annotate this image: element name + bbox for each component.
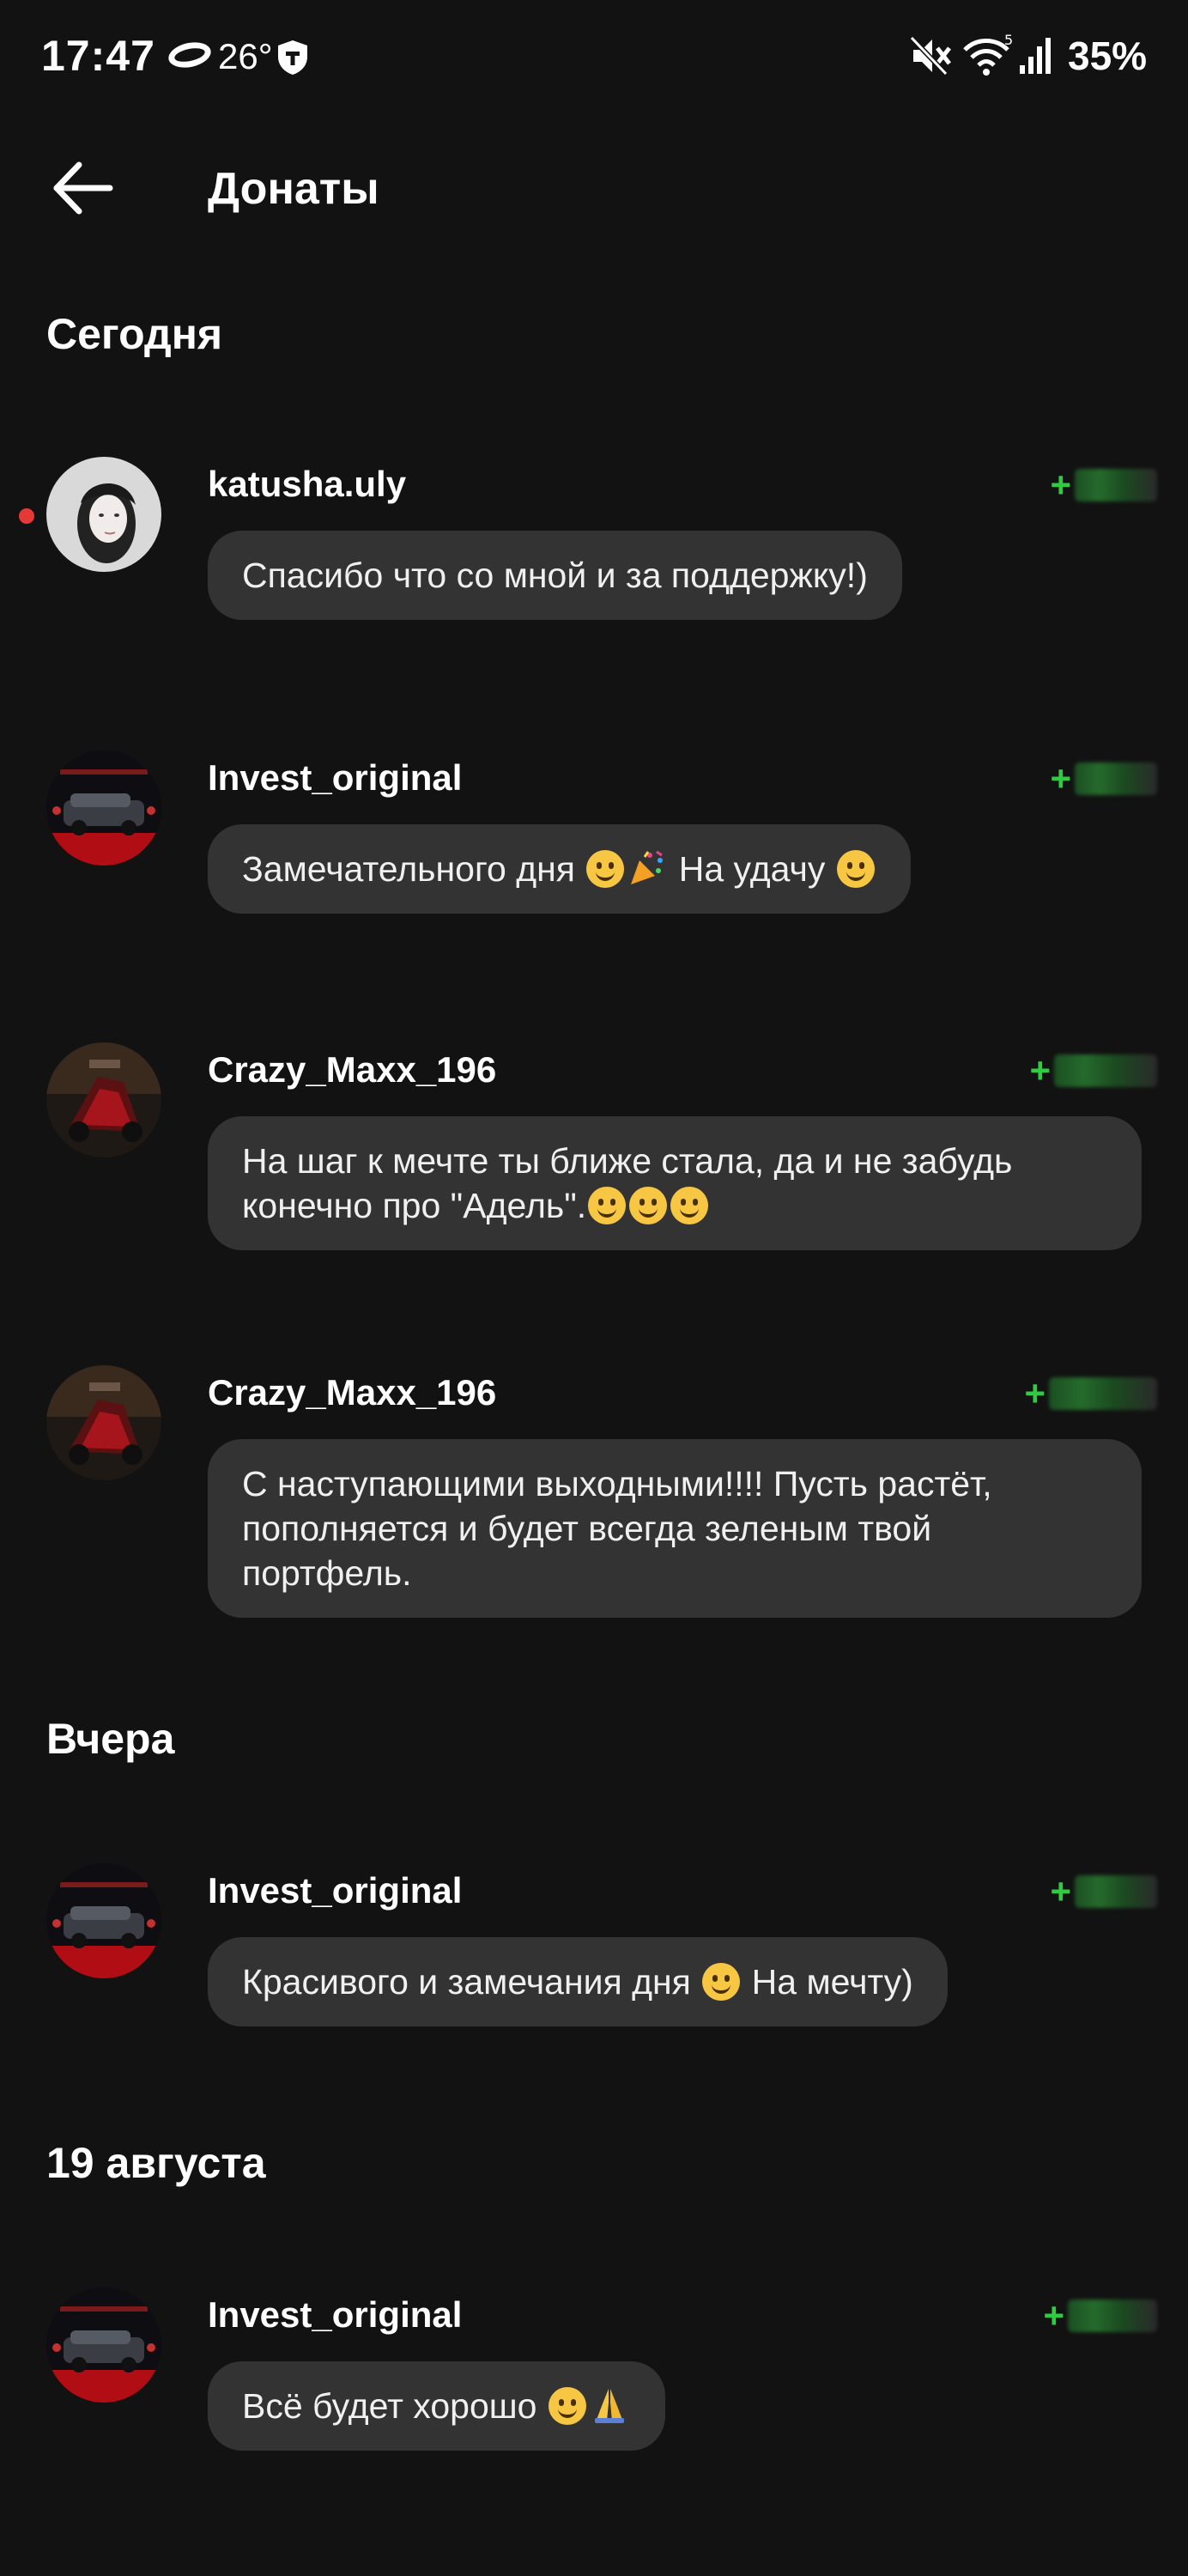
cloud-icon	[166, 39, 214, 71]
avatar[interactable]	[46, 2287, 161, 2403]
donor-username: Invest_original	[208, 757, 463, 798]
donation-message: Замечательного дня На удачу	[208, 824, 911, 914]
wifi-icon: 5	[963, 33, 1013, 76]
status-temperature: 26°	[218, 36, 273, 76]
back-arrow-icon[interactable]	[50, 160, 115, 216]
avatar[interactable]	[46, 1365, 161, 1480]
donation-amount: +	[1050, 758, 1157, 799]
app-header: Донаты	[0, 129, 1188, 249]
mute-icon	[909, 35, 951, 76]
svg-text:5: 5	[1004, 33, 1013, 48]
donation-message: На шаг к мечте ты ближе стала, да и не з…	[208, 1116, 1142, 1250]
shield-icon	[278, 40, 307, 75]
donation-amount: +	[1024, 1373, 1157, 1413]
donation-message: С наступающими выходными!!!! Пусть растё…	[208, 1439, 1142, 1618]
amount-blurred-value	[1049, 1377, 1157, 1410]
donor-username: Invest_original	[208, 1870, 463, 1911]
winking-face-emoji-icon	[670, 1187, 709, 1224]
donor-username: Crazy_Maxx_196	[208, 1372, 497, 1413]
avatar[interactable]	[46, 1042, 161, 1157]
smiling-emoji-icon	[836, 850, 875, 888]
section-title-19-august: 19 августа	[46, 2139, 266, 2187]
avatar[interactable]	[46, 457, 161, 572]
slight-smile-emoji-icon	[548, 2387, 586, 2425]
donation-amount: +	[1050, 1871, 1157, 1911]
battery-level: 35%	[1068, 33, 1148, 78]
amount-blurred-value	[1054, 1054, 1157, 1087]
amount-blurred-value	[1068, 2300, 1157, 2332]
donation-message: Всё будет хорошо	[208, 2361, 665, 2451]
avatar[interactable]	[46, 1863, 161, 1978]
folded-hands-emoji-icon	[594, 2389, 624, 2423]
donation-message: Красивого и замечания дня На мечту)	[208, 1937, 948, 2026]
donor-username: Crazy_Maxx_196	[208, 1049, 497, 1090]
status-bar: 17:47 26° 5 35%	[0, 0, 1188, 112]
unread-dot	[19, 508, 34, 524]
amount-blurred-value	[1075, 1875, 1157, 1908]
signal-icon	[1020, 38, 1051, 74]
status-time: 17:47	[41, 32, 155, 80]
page-title: Донаты	[208, 164, 379, 214]
section-title-today: Сегодня	[46, 310, 223, 358]
slight-smile-emoji-icon	[702, 1963, 741, 2001]
upside-down-face-emoji-icon	[629, 1187, 668, 1224]
amount-blurred-value	[1075, 762, 1157, 795]
donation-message: Спасибо что со мной и за поддержку!)	[208, 531, 902, 620]
donation-amount: +	[1050, 465, 1157, 505]
party-popper-emoji-icon	[631, 850, 664, 884]
donor-username: Invest_original	[208, 2294, 463, 2335]
slight-smile-emoji-icon	[586, 850, 625, 888]
donation-amount: +	[1029, 1050, 1157, 1091]
donation-amount: +	[1043, 2295, 1157, 2336]
slight-smile-emoji-icon	[588, 1187, 627, 1224]
section-title-yesterday: Вчера	[46, 1715, 175, 1763]
amount-blurred-value	[1075, 469, 1157, 501]
donor-username: katusha.uly	[208, 464, 407, 504]
avatar[interactable]	[46, 750, 161, 866]
